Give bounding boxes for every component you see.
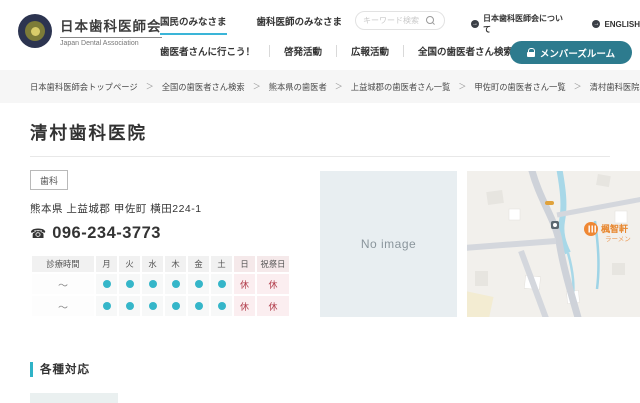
schedule-col-header: 祝祭日 [257,256,289,272]
open-dot-icon [149,280,157,288]
schedule-col-header: 水 [142,256,163,272]
map-poi-sublabel: ラーメン [605,235,631,243]
clinic-info: 歯科 熊本県 上益城郡 甲佐町 横田224-1 ☎ 096-234-3773 診… [30,170,315,318]
category-badge: 歯科 [30,170,68,190]
schedule-col-header: 診療時間 [32,256,94,272]
main-nav-item[interactable]: 啓発活動 [284,44,322,58]
page-title: 清村歯科医院 [30,120,147,145]
clinic-photo-placeholder: No image [320,171,457,317]
schedule-open-cell [211,296,232,316]
schedule-time-cell: ～ [32,296,94,316]
main-nav-item[interactable]: 歯医者さんに行こう！ [160,44,255,58]
schedule-open-cell [211,274,232,294]
breadcrumb: 日本歯科医師会トップページ ＞ 全国の歯医者さん検索 ＞ 熊本県の歯医者 ＞ 上益城郡の歯医… [0,70,640,103]
breadcrumb-link[interactable]: 全国の歯医者さん検索 [162,81,245,93]
breadcrumb-link[interactable]: 甲佐町の歯医者さん一覧 [474,81,565,93]
schedule-col-header: 月 [96,256,117,272]
open-dot-icon [103,302,111,310]
schedule-closed-cell: 休 [257,296,289,316]
open-dot-icon [218,280,226,288]
breadcrumb-separator: ＞ [253,81,261,92]
location-map[interactable]: 楓智軒 ラーメン [467,171,640,317]
schedule-closed-cell: 休 [234,274,255,294]
breadcrumb-separator: ＞ [574,81,582,92]
schedule-table: 診療時間月火水木金土日祝祭日 ～ 休休 ～ 休休 [30,254,291,318]
nav-divider [269,45,270,57]
open-dot-icon [126,280,134,288]
section-accent-bar [30,362,33,377]
map-poi-label: 楓智軒 [601,223,628,234]
no-image-label: No image [361,237,416,251]
breadcrumb-link[interactable]: 日本歯科医師会トップページ [30,81,138,93]
breadcrumb-separator: ＞ [335,81,343,92]
title-divider [30,156,610,157]
open-dot-icon [218,302,226,310]
logo-title: 日本歯科医師会 [60,15,162,38]
main-nav-item[interactable]: 全国の歯医者さん検索 [418,44,513,58]
open-dot-icon [103,280,111,288]
breadcrumb-link[interactable]: 熊本県の歯医者 [269,81,327,93]
schedule-col-header: 日 [234,256,255,272]
search-icon[interactable] [425,16,435,26]
schedule-open-cell [165,296,186,316]
support-tag-partial [30,393,118,403]
schedule-closed-cell: 休 [257,274,289,294]
schedule-col-header: 土 [211,256,232,272]
section-title: 各種対応 [40,361,90,377]
map-graphic: 楓智軒 ラーメン [467,171,640,317]
schedule-open-cell [142,274,163,294]
schedule-open-cell [96,274,117,294]
jda-emblem-icon [18,14,52,48]
audience-tab[interactable]: 国民のみなさま [160,14,227,35]
schedule-row: ～ 休休 [32,296,289,316]
members-room-label: メンバーズルーム [540,46,615,60]
schedule-closed-cell: 休 [234,296,255,316]
schedule-row: ～ 休休 [32,274,289,294]
open-dot-icon [126,302,134,310]
schedule-open-cell [165,274,186,294]
phone-number[interactable]: 096-234-3773 [52,224,161,243]
arrow-circle-icon: → [592,20,600,28]
schedule-open-cell [188,296,209,316]
utility-link[interactable]: →日本歯科医師会について [471,13,570,35]
support-section-heading: 各種対応 [30,361,90,377]
open-dot-icon [172,302,180,310]
schedule-open-cell [188,274,209,294]
breadcrumb-separator: ＞ [458,81,466,92]
clinic-address: 熊本県 上益城郡 甲佐町 横田224-1 [30,201,315,216]
schedule-time-cell: ～ [32,274,94,294]
keyword-search[interactable] [355,11,445,30]
schedule-col-header: 木 [165,256,186,272]
schedule-open-cell [96,296,117,316]
site-header: 日本歯科医師会 Japan Dental Association 国民のみなさま… [0,0,640,70]
logo-subtitle: Japan Dental Association [60,40,162,47]
utility-links: →日本歯科医師会について →ENGLISH [471,13,640,35]
schedule-col-header: 金 [188,256,209,272]
restaurant-marker-icon [584,222,598,236]
search-input[interactable] [363,16,425,25]
lock-icon [527,48,535,57]
site-logo[interactable]: 日本歯科医師会 Japan Dental Association [18,14,162,48]
open-dot-icon [195,302,203,310]
main-nav-item[interactable]: 広報活動 [351,44,389,58]
nav-divider [403,45,404,57]
arrow-circle-icon: → [471,20,479,28]
main-nav: 歯医者さんに行こう！ 啓発活動 広報活動 全国の歯医者さん検索 [160,44,513,58]
open-dot-icon [149,302,157,310]
nav-divider [336,45,337,57]
breadcrumb-link[interactable]: 上益城郡の歯医者さん一覧 [351,81,451,93]
audience-tab[interactable]: 歯科医師のみなさま [257,14,343,35]
breadcrumb-current: 清村歯科医院 [590,81,640,93]
open-dot-icon [195,280,203,288]
breadcrumb-separator: ＞ [146,81,154,92]
phone-icon: ☎ [30,226,46,242]
schedule-open-cell [119,274,140,294]
members-room-button[interactable]: メンバーズルーム [510,41,632,64]
audience-tabs: 国民のみなさま 歯科医師のみなさま [160,14,342,35]
schedule-col-header: 火 [119,256,140,272]
open-dot-icon [172,280,180,288]
schedule-open-cell [142,296,163,316]
utility-link[interactable]: →ENGLISH [592,13,640,35]
schedule-open-cell [119,296,140,316]
